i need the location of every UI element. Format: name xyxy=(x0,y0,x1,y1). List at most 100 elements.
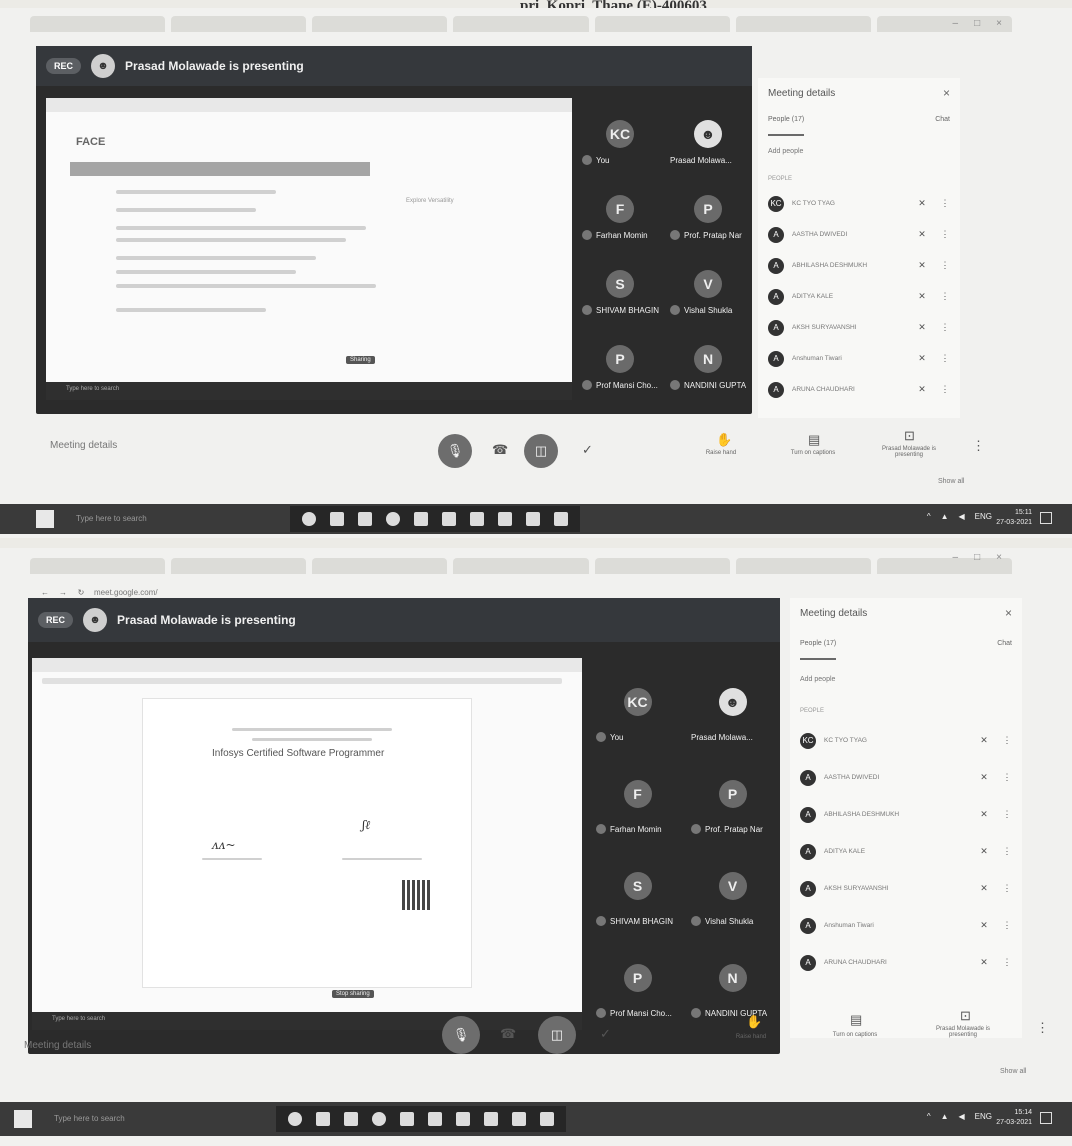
raise-hand-label[interactable]: Raise hand xyxy=(716,1034,786,1040)
participant-tile[interactable]: V Vishal Shukla xyxy=(685,840,780,932)
taskbar-clock[interactable]: 15:11 27-03-2021 xyxy=(996,508,1032,528)
network-icon[interactable]: ▲ xyxy=(941,512,949,521)
notifications-icon[interactable] xyxy=(1040,1112,1052,1124)
taskbar-search[interactable]: Type here to search xyxy=(44,1108,264,1130)
chevron-up-icon[interactable]: ^ xyxy=(927,1112,931,1121)
close-icon[interactable]: × xyxy=(943,86,950,100)
more-options-icon[interactable]: ⋮ xyxy=(972,438,985,454)
browser-tab[interactable] xyxy=(30,558,166,574)
app-icon[interactable] xyxy=(456,1112,470,1126)
list-item[interactable]: A ABHILASHA DESHMUKH ✕ ⋮ xyxy=(800,796,1012,833)
list-item[interactable]: A AASTHA DWIVEDI ✕ ⋮ xyxy=(800,759,1012,796)
more-options-icon[interactable]: ⋮ xyxy=(940,384,950,395)
mic-off-icon[interactable]: ✕ xyxy=(912,322,932,333)
more-options-icon[interactable]: ⋮ xyxy=(940,260,950,271)
list-item[interactable]: A ARUNA CHAUDHARI ✕ ⋮ xyxy=(800,944,1012,981)
mic-off-icon[interactable]: ✕ xyxy=(974,883,994,894)
maximize-icon[interactable]: □ xyxy=(974,18,980,29)
language-indicator[interactable]: ENG xyxy=(975,512,992,521)
presenting-label[interactable]: Prasad Molawade is presenting xyxy=(874,446,944,458)
mic-off-button[interactable]: 🎙 xyxy=(438,434,472,468)
more-options-icon[interactable]: ⋮ xyxy=(1002,772,1012,783)
end-call-icon[interactable]: ☎ xyxy=(492,442,508,458)
taskbar-clock[interactable]: 15:14 27-03-2021 xyxy=(996,1108,1032,1128)
app-icon[interactable] xyxy=(414,512,428,526)
camera-off-button[interactable]: ◫ xyxy=(538,1016,576,1054)
network-icon[interactable]: ▲ xyxy=(941,1112,949,1121)
more-options-icon[interactable]: ⋮ xyxy=(940,291,950,302)
more-options-icon[interactable]: ⋮ xyxy=(1002,735,1012,746)
participant-tile[interactable]: V Vishal Shukla xyxy=(664,246,752,321)
list-item[interactable]: A Anshuman Tiwari ✕ ⋮ xyxy=(800,907,1012,944)
more-options-icon[interactable]: ⋮ xyxy=(1002,883,1012,894)
mic-off-icon[interactable]: ✕ xyxy=(912,384,932,395)
meeting-details-button[interactable]: Meeting details xyxy=(24,1040,91,1051)
reload-icon[interactable]: ↻ xyxy=(76,588,86,597)
add-people-button[interactable]: Add people xyxy=(768,148,803,155)
sharing-chip[interactable]: Sharing xyxy=(346,356,375,364)
browser-tab[interactable] xyxy=(453,558,589,574)
more-options-icon[interactable]: ⋮ xyxy=(1036,1020,1049,1036)
browser-tab[interactable] xyxy=(453,16,589,32)
raise-hand-icon[interactable]: ✋ xyxy=(746,1014,762,1030)
dropbox-icon[interactable] xyxy=(428,1112,442,1126)
participant-tile[interactable]: N NANDINI GUPTA xyxy=(664,321,752,396)
mic-off-icon[interactable]: ✕ xyxy=(912,260,932,271)
list-item[interactable]: A AASTHA DWIVEDI ✕ ⋮ xyxy=(768,219,950,250)
present-icon[interactable]: ⊡ xyxy=(904,428,915,444)
captions-label[interactable]: Turn on captions xyxy=(778,450,848,456)
raise-hand-icon[interactable]: ✋ xyxy=(716,432,732,448)
browser-tab[interactable] xyxy=(312,558,448,574)
list-item[interactable]: A ADITYA KALE ✕ ⋮ xyxy=(800,833,1012,870)
app-icon[interactable] xyxy=(554,512,568,526)
close-icon[interactable]: × xyxy=(996,18,1002,29)
url-field[interactable]: meet.google.com/ xyxy=(94,588,158,597)
tab-chat[interactable]: Chat xyxy=(997,640,1012,660)
more-options-icon[interactable]: ⋮ xyxy=(1002,957,1012,968)
cortana-icon[interactable] xyxy=(288,1112,302,1126)
mic-off-icon[interactable]: ✕ xyxy=(974,809,994,820)
participant-tile[interactable]: P Prof. Pratap Nar xyxy=(664,171,752,246)
participant-tile[interactable]: KC You xyxy=(576,96,664,171)
language-indicator[interactable]: ENG xyxy=(975,1112,992,1121)
tab-people[interactable]: People (17) xyxy=(768,116,805,136)
list-item[interactable]: A AKSH SURYAVANSHI ✕ ⋮ xyxy=(768,312,950,343)
mic-off-icon[interactable]: ✕ xyxy=(912,353,932,364)
volume-icon[interactable]: ◀ xyxy=(959,512,965,521)
app-icon[interactable] xyxy=(400,1112,414,1126)
show-all-link[interactable]: Show all xyxy=(938,478,964,485)
notifications-icon[interactable] xyxy=(1040,512,1052,524)
participant-tile[interactable]: F Farhan Momin xyxy=(590,748,685,840)
chrome-icon[interactable] xyxy=(386,512,400,526)
minimize-icon[interactable]: – xyxy=(953,18,959,29)
participant-tile[interactable]: ☻ Prasad Molawa... xyxy=(664,96,752,171)
task-view-icon[interactable] xyxy=(316,1112,330,1126)
more-options-icon[interactable]: ⋮ xyxy=(940,229,950,240)
captions-icon[interactable]: ▤ xyxy=(808,432,820,448)
mic-off-icon[interactable]: ✕ xyxy=(912,291,932,302)
participant-tile[interactable]: P Prof Mansi Cho... xyxy=(576,321,664,396)
mic-off-icon[interactable]: ✕ xyxy=(974,957,994,968)
browser-tab[interactable] xyxy=(171,558,307,574)
mail-icon[interactable] xyxy=(526,512,540,526)
stop-sharing-chip[interactable]: Stop sharing xyxy=(332,990,374,998)
mic-off-icon[interactable]: ✕ xyxy=(912,198,932,209)
forward-icon[interactable]: → xyxy=(58,588,68,597)
add-people-button[interactable]: Add people xyxy=(800,676,835,683)
mic-off-icon[interactable]: ✕ xyxy=(974,772,994,783)
windows-start-icon[interactable] xyxy=(36,510,54,528)
participant-tile[interactable]: S SHIVAM BHAGIN xyxy=(590,840,685,932)
app-icon[interactable] xyxy=(470,512,484,526)
present-icon[interactable]: ⊡ xyxy=(960,1008,971,1024)
dropbox-icon[interactable] xyxy=(442,512,456,526)
mic-off-icon[interactable]: ✕ xyxy=(974,920,994,931)
browser-tab[interactable] xyxy=(594,16,730,32)
list-item[interactable]: KC KC TYO TYAG ✕ ⋮ xyxy=(768,188,950,219)
close-icon[interactable]: × xyxy=(996,552,1002,563)
camera-off-button[interactable]: ◫ xyxy=(524,434,558,468)
task-view-icon[interactable] xyxy=(330,512,344,526)
close-icon[interactable]: × xyxy=(1005,606,1012,620)
app-icon[interactable] xyxy=(498,512,512,526)
participant-tile[interactable]: ☻ Prasad Molawa... xyxy=(685,656,780,748)
presenting-label[interactable]: Prasad Molawade is presenting xyxy=(928,1026,998,1038)
